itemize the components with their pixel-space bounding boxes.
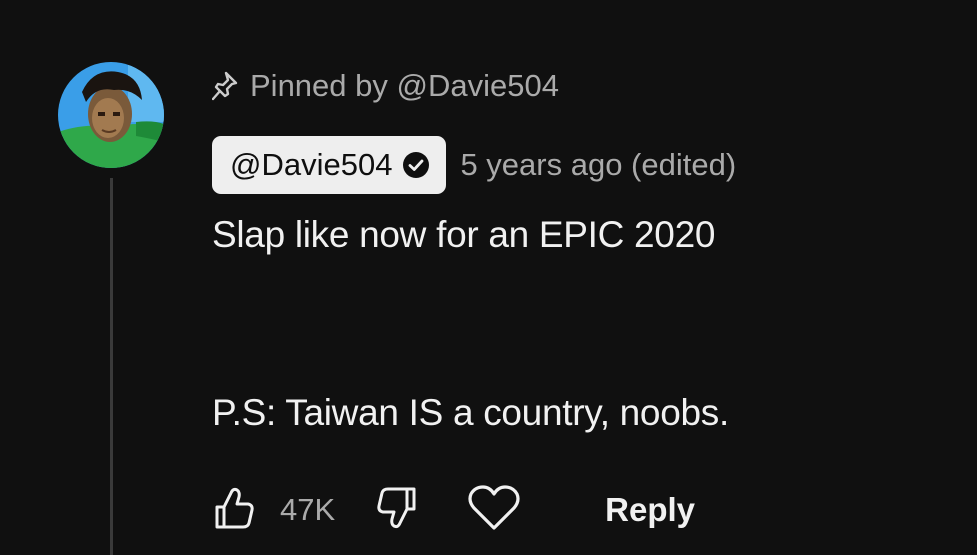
comment-actions: 47K Reply xyxy=(212,482,695,538)
heart-icon xyxy=(467,484,521,537)
pinned-label: Pinned by @Davie504 xyxy=(250,68,559,103)
verified-check-icon xyxy=(402,151,430,179)
comment-thread: Pinned by @Davie504 @Davie504 5 years ag… xyxy=(0,0,977,555)
like-count: 47K xyxy=(280,492,336,527)
comment-text-line: Slap like now for an EPIC 2020 xyxy=(212,214,716,255)
reply-button[interactable]: Reply xyxy=(605,491,695,529)
pin-icon xyxy=(211,71,238,101)
comment-text-line: P.S: Taiwan IS a country, noobs. xyxy=(212,392,729,433)
thumbs-up-icon xyxy=(213,485,255,536)
dislike-button[interactable] xyxy=(375,485,419,535)
comment-header: @Davie504 5 years ago (edited) xyxy=(212,136,736,194)
avatar[interactable] xyxy=(58,62,164,168)
heart-button[interactable] xyxy=(465,484,523,537)
author-name[interactable]: @Davie504 xyxy=(230,147,392,183)
avatar-image xyxy=(58,62,164,168)
comment-timestamp[interactable]: 5 years ago (edited) xyxy=(460,147,736,183)
author-name-chip[interactable]: @Davie504 xyxy=(212,136,447,194)
like-button[interactable] xyxy=(212,485,256,535)
thumbs-down-icon xyxy=(376,485,418,536)
pinned-indicator: Pinned by @Davie504 xyxy=(211,66,559,106)
thread-line xyxy=(110,178,113,555)
